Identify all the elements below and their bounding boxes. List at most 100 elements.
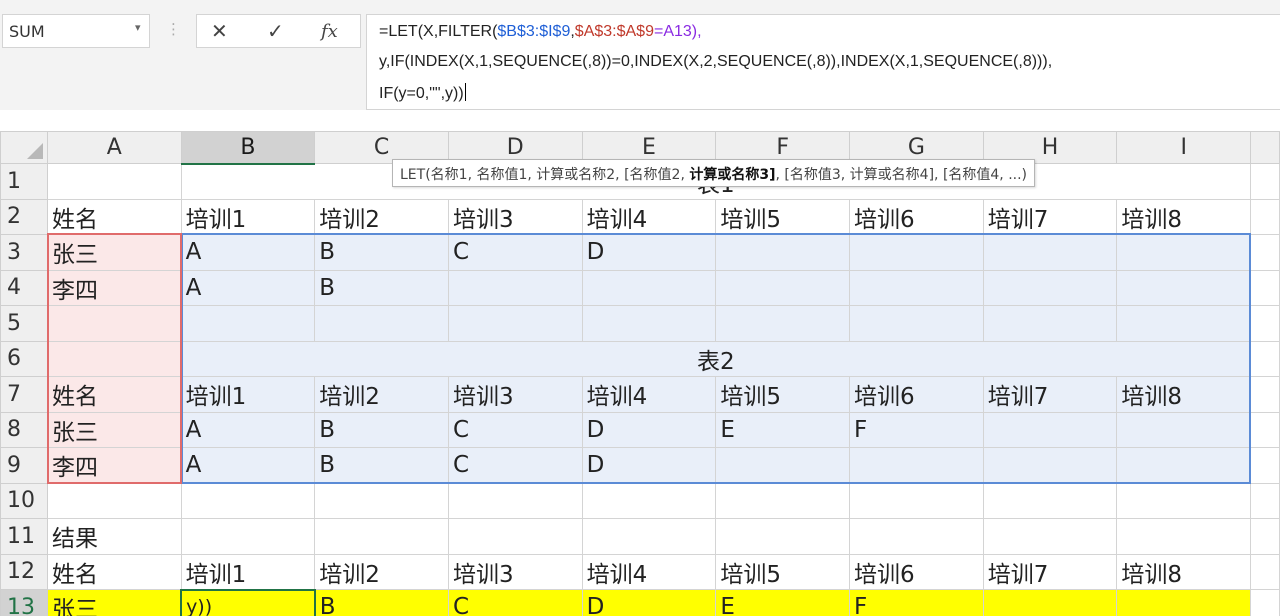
cell[interactable] <box>1116 269 1252 306</box>
cell[interactable] <box>849 305 984 342</box>
cell[interactable] <box>314 482 449 519</box>
cell[interactable]: 培训7 <box>982 198 1118 235</box>
column-header-b[interactable]: B <box>180 131 316 165</box>
cell[interactable]: 培训4 <box>581 376 717 413</box>
cancel-icon[interactable]: ✕ <box>211 19 228 43</box>
column-header-a[interactable]: A <box>46 131 182 164</box>
cell[interactable]: A <box>180 234 316 271</box>
cell[interactable]: A <box>180 269 316 306</box>
cell[interactable] <box>1116 305 1252 342</box>
cell[interactable] <box>314 305 449 342</box>
cell[interactable] <box>447 269 583 306</box>
row-header-11[interactable]: 11 <box>0 518 48 555</box>
cell[interactable]: B <box>314 447 449 484</box>
row-header-13[interactable]: 13 <box>0 589 48 616</box>
cell[interactable] <box>447 305 583 342</box>
cell[interactable]: B <box>314 411 449 448</box>
cell[interactable]: E <box>715 411 850 448</box>
cell[interactable]: 培训2 <box>314 553 449 590</box>
cell[interactable]: 李四 <box>46 447 182 484</box>
cell[interactable]: E <box>715 589 850 616</box>
cell[interactable]: 姓名 <box>46 553 182 590</box>
cell[interactable] <box>1116 482 1252 519</box>
cell[interactable] <box>715 269 850 306</box>
cell[interactable]: 张三 <box>46 411 182 448</box>
cell[interactable] <box>1116 234 1252 271</box>
cell[interactable]: 培训2 <box>314 198 449 235</box>
cell[interactable] <box>715 518 850 555</box>
cell[interactable]: 张三 <box>46 589 182 616</box>
cell[interactable] <box>447 482 583 519</box>
drag-handle-icon[interactable]: ⋮ <box>166 20 181 38</box>
cell[interactable]: 培训1 <box>180 376 316 413</box>
cell[interactable]: D <box>581 234 717 271</box>
cell[interactable] <box>849 482 984 519</box>
select-all-corner[interactable] <box>0 131 48 164</box>
cell[interactable]: C <box>447 589 583 616</box>
cell[interactable]: A <box>180 411 316 448</box>
cell[interactable]: F <box>849 411 984 448</box>
cell[interactable] <box>982 305 1118 342</box>
cell[interactable]: 培训8 <box>1116 198 1252 235</box>
cell[interactable]: 培训6 <box>849 376 984 413</box>
cell[interactable]: 结果 <box>46 518 182 555</box>
cell[interactable] <box>715 482 850 519</box>
cell[interactable] <box>447 518 583 555</box>
cell[interactable]: A <box>180 447 316 484</box>
cell[interactable]: B <box>314 234 449 271</box>
cell[interactable] <box>1116 447 1252 484</box>
cell[interactable]: 培训2 <box>314 376 449 413</box>
cell[interactable] <box>180 305 316 342</box>
row-header-3[interactable]: 3 <box>0 234 48 271</box>
cell[interactable] <box>982 589 1118 616</box>
cell[interactable]: 姓名 <box>46 198 182 235</box>
cell[interactable]: y)) <box>180 588 316 616</box>
cell[interactable]: 培训7 <box>982 376 1118 413</box>
cell[interactable]: 培训6 <box>849 198 984 235</box>
cell[interactable]: 培训8 <box>1116 553 1252 590</box>
cell[interactable]: B <box>314 589 449 616</box>
cell[interactable] <box>982 447 1118 484</box>
cell[interactable] <box>314 518 449 555</box>
cell[interactable]: 张三 <box>46 234 182 271</box>
cell[interactable]: 培训3 <box>447 376 583 413</box>
row-header-7[interactable]: 7 <box>0 376 48 413</box>
cell[interactable] <box>180 482 316 519</box>
row-header-4[interactable]: 4 <box>0 269 48 306</box>
cell[interactable] <box>581 518 717 555</box>
cell[interactable] <box>849 447 984 484</box>
insert-function-icon[interactable]: fx <box>321 21 338 42</box>
cell[interactable]: 培训6 <box>849 553 984 590</box>
cell[interactable]: C <box>447 447 583 484</box>
cell[interactable] <box>46 163 182 200</box>
cell[interactable] <box>982 518 1118 555</box>
cell[interactable] <box>715 447 850 484</box>
cell[interactable] <box>849 518 984 555</box>
cell[interactable]: D <box>581 447 717 484</box>
cell[interactable] <box>46 340 182 377</box>
cell[interactable] <box>982 234 1118 271</box>
cell[interactable] <box>46 482 182 519</box>
cell[interactable]: B <box>314 269 449 306</box>
cell[interactable]: 培训5 <box>715 198 850 235</box>
merged-title-cell[interactable]: 表2 <box>180 340 1252 377</box>
cell[interactable]: F <box>849 589 984 616</box>
cell[interactable] <box>849 234 984 271</box>
cell[interactable] <box>982 482 1118 519</box>
cell[interactable] <box>581 482 717 519</box>
row-header-2[interactable]: 2 <box>0 198 48 235</box>
cell[interactable]: 培训4 <box>581 198 717 235</box>
cell[interactable] <box>849 269 984 306</box>
row-header-1[interactable]: 1 <box>0 163 48 200</box>
row-header-12[interactable]: 12 <box>0 553 48 590</box>
chevron-down-icon[interactable]: ▾ <box>135 21 141 34</box>
cell[interactable]: 培训1 <box>180 553 316 590</box>
cell[interactable] <box>581 305 717 342</box>
column-header-i[interactable]: I <box>1116 131 1252 164</box>
formula-input[interactable]: =LET(X,FILTER($B$3:$I$9,$A$3:$A$9=A13), … <box>366 14 1280 110</box>
cell[interactable]: 培训8 <box>1116 376 1252 413</box>
cell[interactable] <box>982 269 1118 306</box>
row-header-6[interactable]: 6 <box>0 340 48 377</box>
cell[interactable] <box>1116 518 1252 555</box>
cell[interactable]: 李四 <box>46 269 182 306</box>
